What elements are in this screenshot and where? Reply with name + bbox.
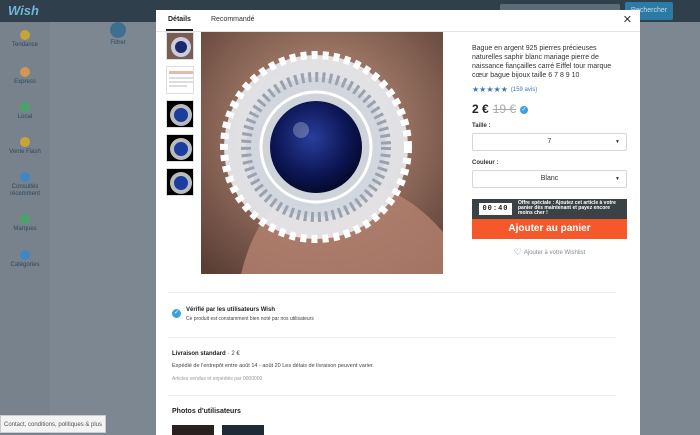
price: 2 € bbox=[472, 102, 489, 116]
filter-label: Filtrer bbox=[110, 40, 126, 46]
tab-details[interactable]: Détails bbox=[166, 16, 193, 31]
verified-check-icon: ✓ bbox=[520, 106, 529, 114]
sidebar-item-categories[interactable]: Catégories bbox=[0, 250, 50, 269]
thumbnail-1[interactable] bbox=[166, 32, 194, 60]
sold-by: Articles vendus et expédiés par 0000000 bbox=[172, 376, 263, 382]
sidebar-item-express[interactable]: Express bbox=[0, 67, 50, 86]
color-select[interactable]: Blanc ▼ bbox=[472, 170, 627, 188]
sidebar-item-label: Express bbox=[14, 79, 36, 85]
special-offer-text: Offre spéciale : Ajoutez cet article à v… bbox=[518, 200, 616, 216]
close-icon[interactable]: ✕ bbox=[623, 13, 632, 26]
contact-footer-link[interactable]: Contact, conditions, politiques & plus ⌃ bbox=[0, 415, 106, 433]
tab-recommended[interactable]: Recommandé bbox=[211, 16, 255, 23]
product-main-image[interactable] bbox=[201, 32, 443, 274]
sidebar-item-label: Marques bbox=[13, 226, 37, 232]
flash-icon bbox=[20, 137, 30, 147]
add-to-cart-button[interactable]: Ajouter au panier bbox=[472, 219, 627, 239]
heart-icon: ♡ bbox=[513, 247, 522, 257]
delivery-type: Livraison standard bbox=[172, 351, 226, 357]
sidebar-item-label: Vente Flash bbox=[9, 149, 41, 155]
add-to-wishlist-link[interactable]: ♡ Ajouter à votre Wishlist bbox=[472, 247, 627, 258]
color-label: Couleur : bbox=[472, 160, 499, 166]
wishlist-label: Ajouter à votre Wishlist bbox=[523, 250, 586, 256]
user-photo[interactable] bbox=[222, 425, 264, 435]
grid-icon bbox=[20, 250, 30, 260]
modal-tabs: Détails Recommandé ✕ bbox=[156, 10, 640, 32]
product-modal: Détails Recommandé ✕ Bague en argent 925… bbox=[156, 10, 640, 435]
delivery-section: Livraison standard · 2 € Expédié de l'ent… bbox=[172, 351, 472, 382]
user-photo[interactable] bbox=[172, 425, 214, 435]
chevron-down-icon: ▼ bbox=[615, 139, 620, 145]
sidebar-item-local[interactable]: Local bbox=[0, 102, 50, 121]
size-label: Taille : bbox=[472, 123, 491, 129]
filter-button[interactable]: Filtrer bbox=[104, 22, 132, 46]
box-icon bbox=[20, 67, 30, 77]
sidebar-item-label: Consultés récemment bbox=[9, 184, 40, 197]
sidebar-item-marques[interactable]: Marques bbox=[0, 214, 50, 233]
divider bbox=[168, 395, 616, 396]
verified-check-icon: ✓ bbox=[172, 309, 181, 318]
thumbnail-3[interactable] bbox=[166, 100, 194, 128]
user-photos-title: Photos d'utilisateurs bbox=[172, 408, 241, 415]
sidebar-item-recent[interactable]: Consultés récemment bbox=[0, 172, 50, 198]
sidebar-item-vente-flash[interactable]: Vente Flash bbox=[0, 137, 50, 156]
product-title: Bague en argent 925 pierres précieuses n… bbox=[472, 45, 612, 79]
thumbnail-list bbox=[166, 32, 194, 202]
sidebar-item-label: Local bbox=[17, 114, 33, 120]
thumbnail-4[interactable] bbox=[166, 134, 194, 162]
countdown-timer: 00:40 bbox=[479, 203, 512, 215]
size-select[interactable]: 7 ▼ bbox=[472, 133, 627, 151]
delivery-price: · 2 € bbox=[227, 351, 240, 357]
rating[interactable]: ★★★★★ (159 avis) bbox=[472, 85, 627, 94]
thumbnail-5[interactable] bbox=[166, 168, 194, 196]
color-value: Blanc bbox=[540, 175, 559, 182]
clock-icon bbox=[20, 172, 30, 182]
sidebar-item-label: Catégories bbox=[10, 262, 40, 268]
chevron-down-icon: ▼ bbox=[615, 176, 620, 182]
sidebar: Tendance Express Local Vente Flash Consu… bbox=[0, 22, 50, 435]
thumbnail-2[interactable] bbox=[166, 66, 194, 94]
divider bbox=[168, 337, 616, 338]
price-row: 2 €19 € ✓ bbox=[472, 100, 627, 116]
verified-section: ✓ Vérifié par les utilisateurs Wish Ce p… bbox=[172, 307, 472, 322]
wish-logo[interactable]: Wish bbox=[8, 3, 39, 18]
sidebar-item-label: Tendance bbox=[11, 42, 39, 48]
badge-icon bbox=[20, 214, 30, 224]
special-offer-banner: 00:40 Offre spéciale : Ajoutez cet artic… bbox=[472, 199, 627, 219]
verified-title: Vérifié par les utilisateurs Wish bbox=[186, 307, 275, 313]
location-icon bbox=[20, 102, 30, 112]
filter-icon bbox=[110, 22, 126, 38]
divider bbox=[168, 292, 616, 293]
product-info: Bague en argent 925 pierres précieuses n… bbox=[472, 32, 627, 258]
size-value: 7 bbox=[547, 138, 552, 145]
old-price: 19 € bbox=[492, 102, 517, 116]
verified-subtitle: Ce produit est constamment bien noté par… bbox=[186, 316, 314, 322]
sidebar-item-tendance[interactable]: Tendance bbox=[0, 30, 50, 49]
delivery-estimate: Expédié de l'entrepôt entre août 14 - ao… bbox=[172, 363, 374, 369]
rating-count[interactable]: (159 avis) bbox=[511, 87, 537, 93]
star-rating-icon: ★★★★★ bbox=[472, 85, 508, 94]
star-icon bbox=[20, 30, 30, 40]
delivery-title: Livraison standard · 2 € bbox=[172, 351, 472, 357]
